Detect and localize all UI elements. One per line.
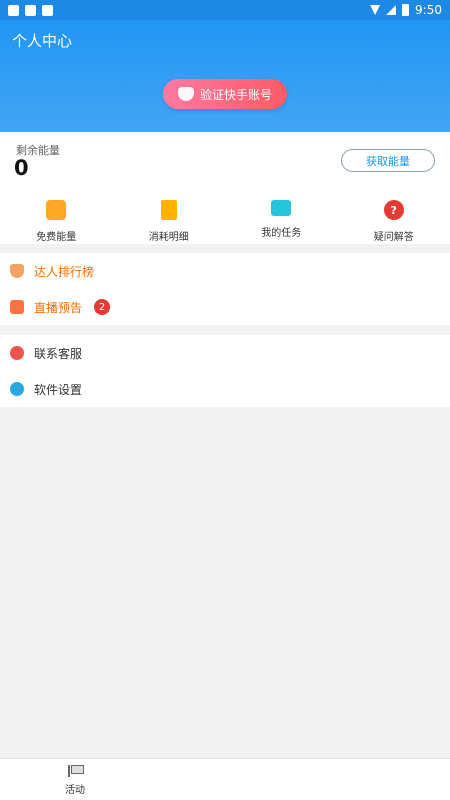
wifi-icon	[370, 5, 381, 15]
list-group-2: 联系客服 软件设置	[0, 335, 450, 407]
energy-value: 0	[14, 156, 29, 180]
energy-section: 剩余能量 0 获取能量	[0, 132, 450, 190]
status-time: 9:50	[415, 3, 442, 17]
card-icon	[160, 200, 177, 220]
list-item-label: 达人排行榜	[34, 264, 95, 279]
list-item-leaderboard[interactable]: 达人排行榜	[0, 253, 450, 289]
status-left	[8, 4, 53, 16]
tab-activity[interactable]: 活动	[62, 765, 88, 796]
feature-label: 疑问解答	[373, 232, 414, 243]
service-icon	[10, 346, 24, 360]
verify-kuaishou-button[interactable]: 验证快手账号	[163, 79, 287, 109]
task-icon	[271, 200, 292, 216]
feature-free-energy[interactable]: 免费能量	[0, 190, 113, 244]
feature-label: 消耗明细	[148, 232, 189, 243]
feature-label: 免费能量	[36, 232, 77, 243]
tab-label: 活动	[65, 785, 85, 796]
question-icon: ?	[383, 200, 404, 220]
status-right: 9:50	[370, 3, 442, 17]
flag-icon	[68, 765, 84, 777]
teapot-icon	[177, 87, 194, 101]
live-icon	[10, 300, 24, 314]
gift-icon	[46, 200, 67, 220]
feature-faq[interactable]: ? 疑问解答	[338, 190, 450, 244]
verify-button-label: 验证快手账号	[199, 87, 272, 102]
list-item-settings[interactable]: 软件设置	[0, 371, 450, 407]
get-energy-button[interactable]: 获取能量	[341, 149, 435, 172]
list-item-label: 软件设置	[34, 382, 83, 397]
feature-consumption[interactable]: 消耗明细	[113, 190, 226, 244]
list-item-live-preview[interactable]: 直播预告 2	[0, 289, 450, 325]
sync-icon	[42, 4, 53, 16]
feature-my-tasks[interactable]: 我的任务	[225, 190, 338, 244]
status-bar: 9:50	[0, 0, 450, 20]
settings-icon	[10, 382, 24, 396]
profile-header: 个人中心 验证快手账号	[0, 20, 450, 132]
notification-icon	[25, 4, 36, 16]
page-title: 个人中心	[12, 32, 73, 50]
list-item-label: 联系客服	[34, 346, 83, 361]
app-icon	[8, 4, 19, 16]
bottom-nav: 活动	[0, 758, 450, 800]
medal-icon	[10, 264, 24, 278]
signal-icon	[386, 5, 397, 15]
list-item-contact-service[interactable]: 联系客服	[0, 335, 450, 371]
feature-grid: 免费能量 消耗明细 我的任务 ? 疑问解答	[0, 190, 450, 244]
battery-icon	[402, 4, 410, 16]
count-badge: 2	[94, 299, 111, 315]
feature-label: 我的任务	[261, 228, 302, 239]
list-group-1: 达人排行榜 直播预告 2	[0, 253, 450, 325]
list-item-label: 直播预告	[34, 300, 83, 315]
